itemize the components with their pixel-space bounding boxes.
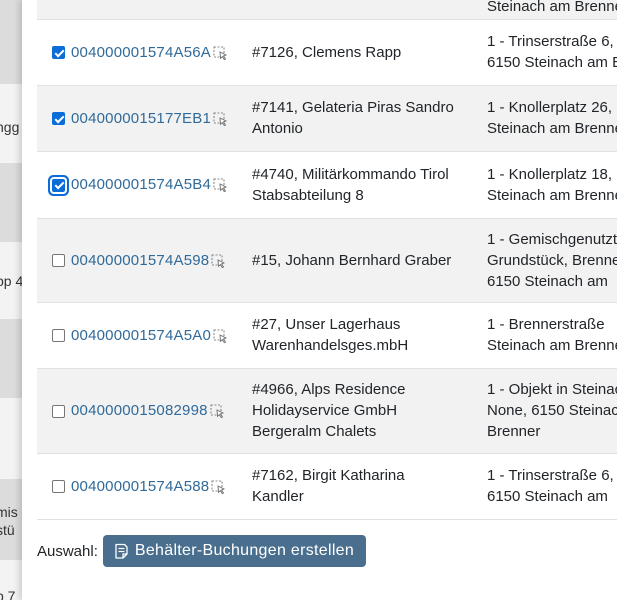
document-list-icon bbox=[115, 543, 128, 559]
customer-name: Antonio bbox=[252, 120, 303, 137]
address-line: 1 - Trinserstraße 6, bbox=[487, 467, 614, 484]
customer-name: #7126, Clemens Rapp bbox=[252, 43, 402, 61]
container-table: Steinach am Brenner 004000001574A56A #71… bbox=[37, 0, 617, 520]
address-line: 6150 Steinach am bbox=[487, 272, 608, 290]
pick-cursor-icon[interactable] bbox=[213, 328, 228, 343]
address-line: 1 - Trinserstraße 6, bbox=[487, 33, 614, 50]
address-line: 6150 Steinach am Brenner bbox=[487, 54, 617, 71]
selection-footer: Auswahl: Behälter-Buchungen erstellen bbox=[37, 535, 367, 567]
pick-cursor-icon[interactable] bbox=[213, 178, 228, 193]
customer-name: #4740, Militärkommando Tirol bbox=[252, 165, 449, 183]
address-line: Steinach am Brenner bbox=[487, 186, 617, 204]
row-checkbox[interactable] bbox=[52, 480, 65, 494]
row-checkbox[interactable] bbox=[52, 112, 65, 126]
pick-cursor-icon[interactable] bbox=[211, 253, 226, 268]
container-code-link[interactable]: 004000001574A5B4 bbox=[71, 176, 211, 193]
row-checkbox[interactable] bbox=[52, 178, 65, 192]
row-checkbox[interactable] bbox=[52, 46, 65, 60]
table-row[interactable]: 004000001574A5B4 #4740, Militärkommando … bbox=[37, 151, 617, 219]
container-code-link[interactable]: 004000001574A588 bbox=[71, 478, 209, 495]
background-text: mis bbox=[0, 504, 18, 520]
background-text: ngg bbox=[0, 119, 20, 135]
address-line: Steinach am Brenner bbox=[487, 0, 617, 15]
customer-name: Kandler bbox=[252, 488, 304, 505]
background-band bbox=[0, 164, 22, 242]
container-code-link[interactable]: 004000001574A5A0 bbox=[71, 327, 211, 344]
background-band bbox=[0, 320, 22, 398]
container-code-link[interactable]: 0040000015082998 bbox=[71, 402, 208, 419]
create-container-bookings-button[interactable]: Behälter-Buchungen erstellen bbox=[102, 535, 367, 567]
row-checkbox[interactable] bbox=[52, 329, 65, 343]
selection-label: Auswahl: bbox=[37, 542, 98, 560]
customer-name: Bergeralm Chalets bbox=[252, 423, 377, 440]
customer-name: #27, Unser Lagerhaus bbox=[252, 316, 401, 333]
address-line: 6150 Steinach am bbox=[487, 488, 608, 505]
table-row[interactable]: 004000001574A598 #15, Johann Bernhard Gr… bbox=[37, 218, 617, 303]
background-text: pp 4 bbox=[0, 273, 22, 289]
pick-cursor-icon[interactable] bbox=[211, 479, 226, 494]
address-line: Brenner bbox=[487, 423, 541, 440]
container-code-link[interactable]: 0040000015177EB1 bbox=[71, 110, 211, 127]
background-band bbox=[0, 480, 22, 560]
address-line: 1 - Gemischgenutztes bbox=[487, 230, 617, 248]
address-line: 1 - Knollerplatz 26, bbox=[487, 99, 613, 116]
address-line: Steinach am Brenner bbox=[487, 337, 617, 354]
address-line: Steinach am Brenner bbox=[487, 120, 617, 137]
background-band bbox=[0, 0, 22, 84]
background-text: stü bbox=[0, 522, 15, 538]
table-row[interactable]: 0040000015177EB1 #7141, Gelateria Piras … bbox=[37, 85, 617, 152]
address-line: 1 - Knollerplatz 18, bbox=[487, 165, 613, 183]
pick-cursor-icon[interactable] bbox=[213, 111, 228, 126]
table-row-partial: Steinach am Brenner bbox=[37, 0, 617, 20]
container-code-link[interactable]: 004000001574A56A bbox=[71, 44, 211, 61]
customer-name: #15, Johann Bernhard Graber bbox=[252, 251, 452, 269]
customer-name: #7162, Birgit Katharina bbox=[252, 467, 405, 484]
address-line: None, 6150 Steinach bbox=[487, 402, 617, 419]
customer-name: #7141, Gelateria Piras Sandro bbox=[252, 99, 454, 116]
background-text: p 7 bbox=[0, 588, 16, 600]
pick-cursor-icon[interactable] bbox=[213, 45, 228, 60]
table-row[interactable]: 004000001574A56A #7126, Clemens Rapp 1 -… bbox=[37, 19, 617, 86]
row-checkbox[interactable] bbox=[52, 254, 65, 268]
address-line: 1 - Brennerstraße bbox=[487, 316, 605, 333]
table-row[interactable]: 0040000015082998 #4966, Alps Residence Ho… bbox=[37, 368, 617, 454]
address-line: Grundstück, Brenner bbox=[487, 251, 617, 269]
table-row[interactable]: 004000001574A588 #7162, Birgit Katharina… bbox=[37, 453, 617, 520]
button-label: Behälter-Buchungen erstellen bbox=[134, 542, 355, 559]
customer-name: Warenhandelsges.mbH bbox=[252, 337, 409, 354]
customer-name: Stabsabteilung 8 bbox=[252, 186, 364, 204]
address-line: 1 - Objekt in Steinach bbox=[487, 381, 617, 398]
table-row[interactable]: 004000001574A5A0 #27, Unser Lagerhaus War… bbox=[37, 302, 617, 369]
background-page: ngg pp 4 mis stü p 7 bbox=[0, 0, 22, 600]
customer-name: #4966, Alps Residence bbox=[252, 381, 406, 398]
container-code-link[interactable]: 004000001574A598 bbox=[71, 252, 209, 269]
row-checkbox[interactable] bbox=[52, 404, 65, 418]
background-band bbox=[0, 398, 22, 480]
customer-name: Holidayservice GmbH bbox=[252, 402, 398, 419]
pick-cursor-icon[interactable] bbox=[210, 404, 225, 419]
